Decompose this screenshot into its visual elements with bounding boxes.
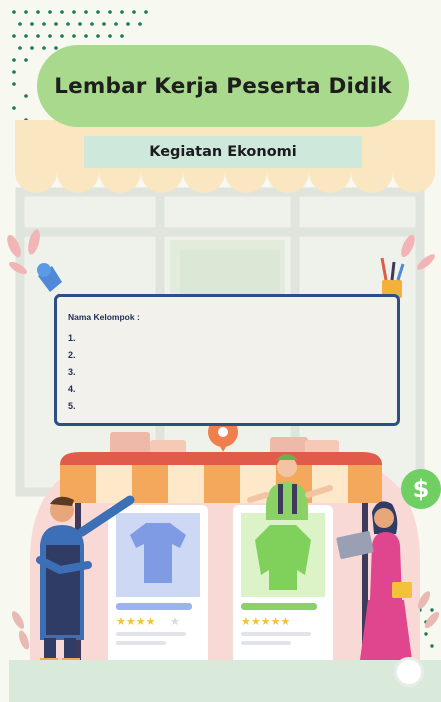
product-card-1: ★★★★ ★ (108, 505, 208, 665)
worksheet-page: ★★★★ ★ ★★★★★ Lembar Kerja Peserta Didik … (0, 0, 441, 702)
group-members-list: 1. 2. 3. 4. 5. (68, 330, 76, 415)
subtitle-banner: Kegiatan Ekonomi (84, 136, 362, 168)
title-banner: Lembar Kerja Peserta Didik (37, 45, 409, 127)
member-slot-5: 5. (68, 401, 76, 411)
star-rating-1: ★★★★ (116, 615, 156, 628)
handbag (392, 582, 412, 598)
group-members-card: Nama Kelompok : 1. 2. 3. 4. 5. (54, 294, 400, 426)
star-rating-2: ★★★★★ (241, 615, 290, 628)
member-slot-1: 1. (68, 333, 76, 343)
member-slot-3: 3. (68, 367, 76, 377)
star-icon: ★ (170, 615, 180, 628)
svg-text:★★★★: ★★★★ (116, 615, 156, 628)
dollar-sign-text: $ (412, 475, 430, 503)
booth-awning (60, 452, 382, 503)
window-glass (180, 250, 280, 295)
group-name-label: Nama Kelompok : (68, 312, 140, 322)
floating-action-button[interactable] (394, 657, 424, 687)
member-slot-2: 2. (68, 350, 76, 360)
page-subtitle: Kegiatan Ekonomi (149, 144, 297, 160)
member-slot-4: 4. (68, 384, 76, 394)
page-title: Lembar Kerja Peserta Didik (54, 73, 392, 99)
bottom-band (9, 660, 441, 702)
product-card-2: ★★★★★ (233, 505, 333, 665)
